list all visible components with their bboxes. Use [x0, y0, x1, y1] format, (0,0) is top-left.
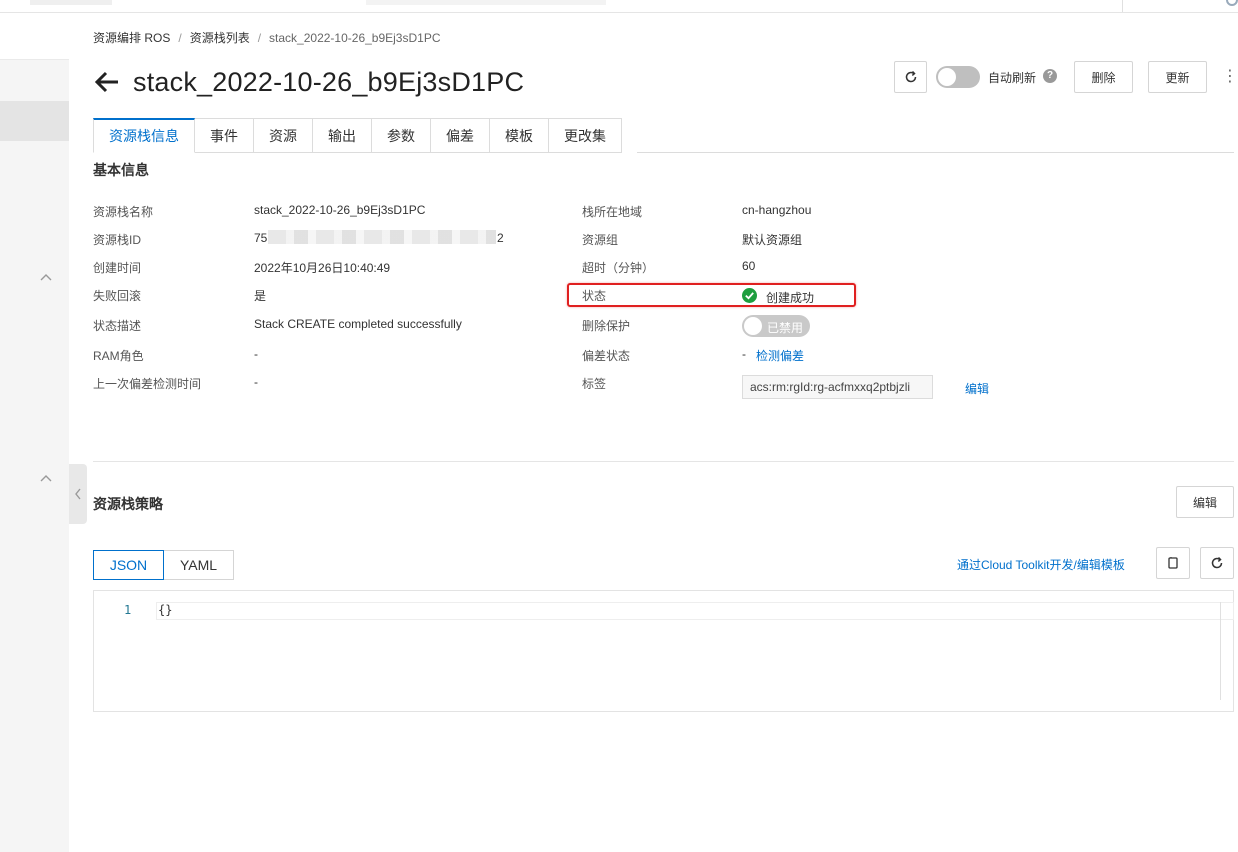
tab-outputs[interactable]: 输出	[313, 118, 372, 153]
last-drift-time-value: -	[254, 375, 258, 389]
timeout-value: 60	[742, 259, 756, 273]
format-tab-json[interactable]: JSON	[93, 550, 164, 580]
edit-tags-link[interactable]: 编辑	[965, 380, 989, 397]
info-label: 删除保护	[582, 319, 631, 333]
breadcrumb: 资源编排 ROS / 资源栈列表 / stack_2022-10-26_b9Ej3sD1…	[93, 29, 441, 46]
chevron-up-icon[interactable]	[38, 271, 54, 287]
tab-template[interactable]: 模板	[490, 118, 549, 153]
tab-drift[interactable]: 偏差	[431, 118, 490, 153]
reload-policy-button[interactable]	[1200, 547, 1234, 579]
breadcrumb-item-current: stack_2022-10-26_b9Ej3sD1PC	[269, 31, 441, 45]
region-value: cn-hangzhou	[742, 203, 812, 217]
auto-refresh-label: 自动刷新	[988, 71, 1037, 85]
top-search-bar[interactable]	[366, 0, 606, 5]
refresh-icon	[905, 70, 916, 83]
section-divider	[93, 461, 1234, 462]
rollback-value: 是	[254, 289, 267, 303]
info-label: 栈所在地域	[582, 205, 643, 219]
sidebar-collapse-handle[interactable]	[69, 464, 87, 524]
stack-id-prefix: 75	[254, 231, 268, 245]
line-number: 1	[124, 603, 132, 617]
refresh-button[interactable]	[894, 61, 927, 93]
tab-change-sets[interactable]: 更改集	[549, 118, 622, 153]
info-label: 资源栈名称	[93, 205, 154, 219]
switch-knob	[744, 317, 762, 335]
stack-name-value: stack_2022-10-26_b9Ej3sD1PC	[254, 203, 426, 217]
editor-code[interactable]: {}	[158, 603, 172, 617]
copy-button[interactable]	[1156, 547, 1190, 579]
format-tab-yaml[interactable]: YAML	[164, 550, 234, 580]
breadcrumb-separator: /	[178, 31, 182, 45]
more-icon[interactable]: ⋮	[1222, 68, 1238, 86]
page-title: stack_2022-10-26_b9Ej3sD1PC	[133, 66, 525, 97]
code-editor[interactable]: 1 {}	[93, 590, 1234, 712]
editor-scrollbar[interactable]	[1220, 602, 1221, 700]
info-label: 创建时间	[93, 261, 142, 275]
drift-status-value: -	[742, 347, 746, 361]
auto-refresh-toggle[interactable]	[936, 66, 980, 88]
info-label: 资源组	[582, 233, 619, 247]
delete-button[interactable]: 删除	[1074, 61, 1133, 93]
top-nav-bar	[0, 0, 1238, 13]
page-header: stack_2022-10-26_b9Ej3sD1PC	[93, 62, 524, 102]
info-label: 超时（分钟）	[582, 261, 655, 275]
detect-drift-link[interactable]: 检测偏差	[756, 347, 804, 364]
refresh-icon	[1211, 556, 1223, 569]
chevron-up-icon[interactable]	[38, 472, 54, 488]
info-label: 状态描述	[93, 319, 142, 333]
side-navigation	[0, 13, 69, 852]
stack-policy-title: 资源栈策略	[93, 496, 163, 512]
help-icon[interactable]: ?	[1043, 69, 1057, 83]
tab-bar-underline	[637, 152, 1234, 153]
info-label: 偏差状态	[582, 349, 631, 363]
resource-group-value: 默认资源组	[742, 233, 803, 247]
chevron-left-icon	[75, 488, 81, 500]
back-arrow-icon[interactable]	[93, 68, 121, 96]
info-label: RAM角色	[93, 349, 144, 363]
redacted-stack-id	[268, 230, 496, 244]
tab-bar: 资源栈信息 事件 资源 输出 参数 偏差 模板 更改集	[93, 118, 622, 153]
side-nav-header	[0, 13, 69, 60]
tab-parameters[interactable]: 参数	[372, 118, 431, 153]
info-label: 资源栈ID	[93, 233, 142, 247]
created-time-value: 2022年10月26日10:40:49	[254, 261, 391, 275]
status-description-value: Stack CREATE completed successfully	[254, 317, 462, 331]
tab-resources[interactable]: 资源	[254, 118, 313, 153]
update-button[interactable]: 更新	[1148, 61, 1207, 93]
basic-info-title: 基本信息	[93, 162, 149, 178]
toggle-knob	[938, 68, 956, 86]
info-label: 失败回滚	[93, 289, 142, 303]
current-line-highlight	[156, 602, 1234, 620]
status-highlight-annotation	[567, 283, 856, 307]
cloud-toolkit-link[interactable]: 通过Cloud Toolkit开发/编辑模板	[957, 556, 1125, 573]
ram-role-value: -	[254, 347, 258, 361]
breadcrumb-item-ros[interactable]: 资源编排 ROS	[93, 29, 170, 46]
account-avatar[interactable]	[1226, 0, 1238, 6]
delete-protection-state: 已禁用	[767, 321, 804, 335]
edit-policy-button[interactable]: 编辑	[1176, 486, 1234, 518]
tag-chip: acs:rm:rgId:rg-acfmxxq2ptbjzli	[742, 375, 933, 399]
info-label: 上一次偏差检测时间	[93, 377, 202, 391]
top-divider	[1122, 0, 1123, 12]
info-label: 标签	[582, 377, 607, 391]
delete-protection-switch[interactable]: 已禁用	[742, 315, 810, 337]
tab-events[interactable]: 事件	[195, 118, 254, 153]
breadcrumb-item-stack-list[interactable]: 资源栈列表	[190, 29, 250, 46]
breadcrumb-separator: /	[257, 31, 262, 45]
tab-stack-info[interactable]: 资源栈信息	[93, 118, 195, 153]
stack-id-suffix: 2	[497, 231, 504, 245]
copy-icon	[1168, 557, 1178, 569]
top-nav-item[interactable]	[30, 0, 112, 5]
side-nav-active-item[interactable]	[0, 101, 69, 141]
